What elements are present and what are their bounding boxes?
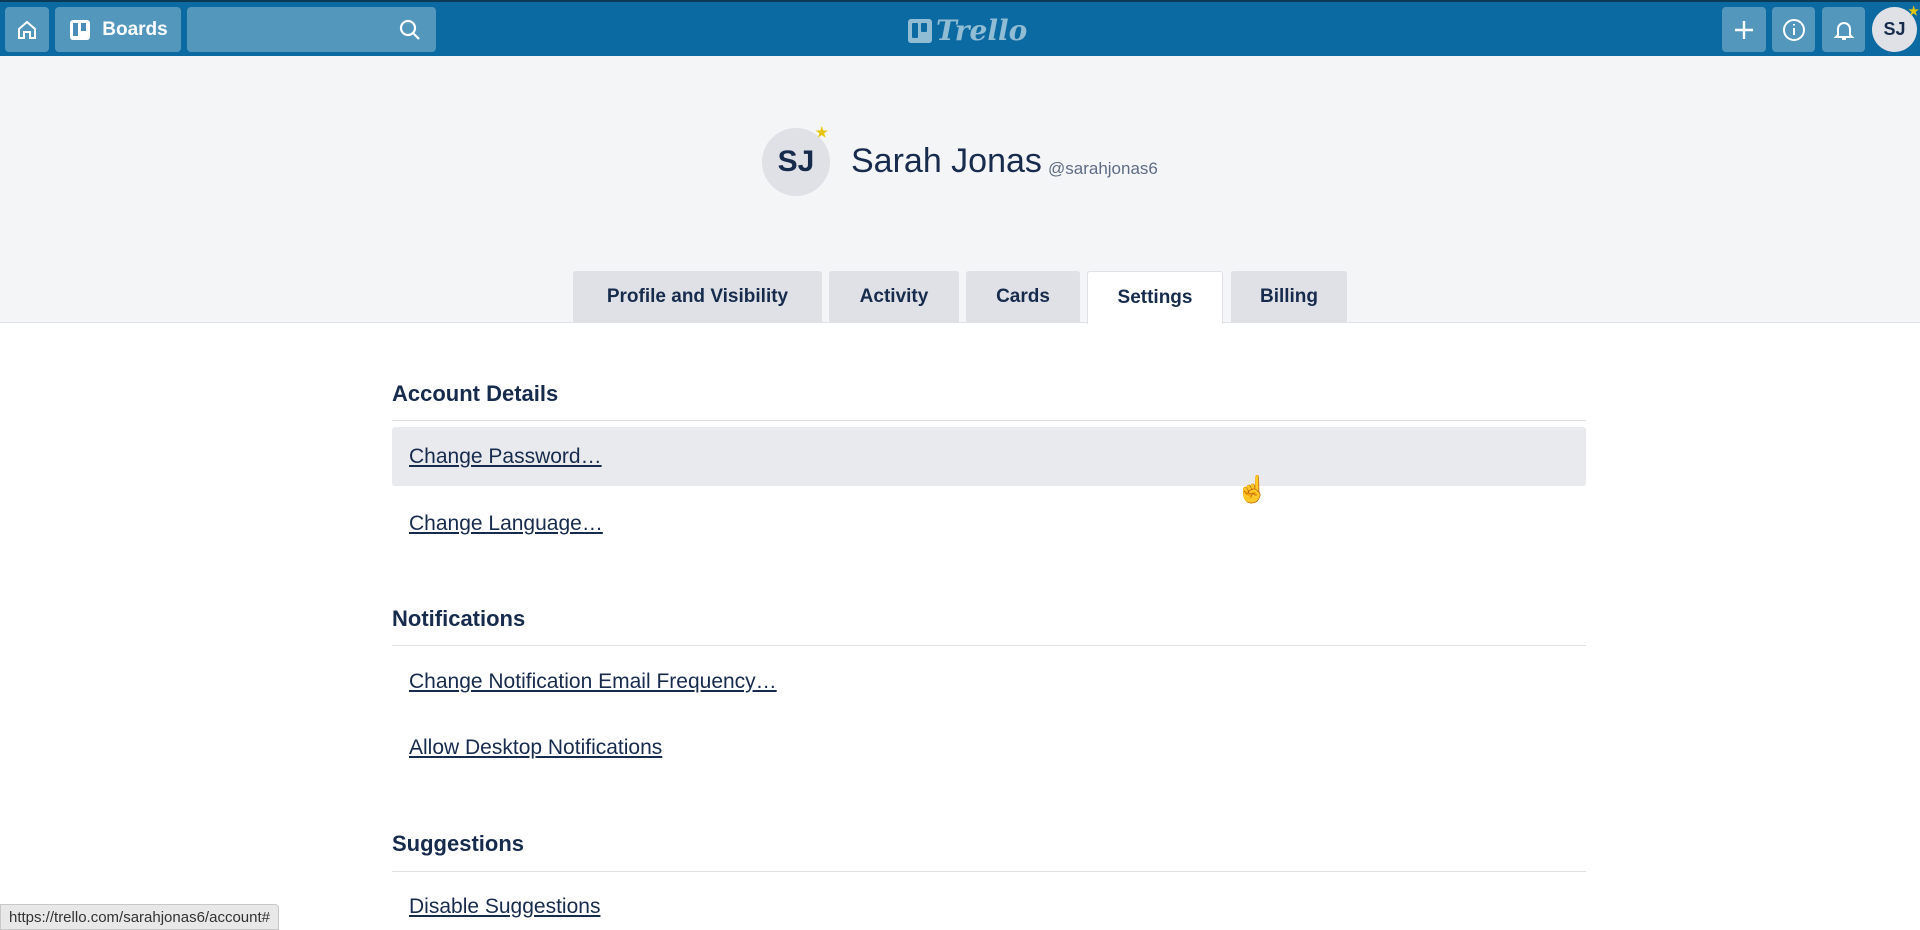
divider bbox=[392, 420, 1586, 421]
section-suggestions: Suggestions bbox=[392, 831, 525, 856]
section-notifications: Notifications bbox=[392, 606, 526, 631]
plus-icon bbox=[1735, 20, 1753, 39]
divider bbox=[392, 871, 1586, 872]
avatar-initials: SJ bbox=[1883, 19, 1906, 39]
hand-cursor-icon: ☝ bbox=[1236, 474, 1269, 504]
profile-initials: SJ bbox=[777, 145, 815, 178]
bell-icon bbox=[1833, 21, 1854, 40]
boards-button[interactable]: Boards bbox=[55, 7, 181, 52]
member-avatar-button[interactable]: SJ ★ bbox=[1872, 4, 1919, 52]
section-account-details: Account Details bbox=[392, 381, 559, 406]
info-icon bbox=[1782, 18, 1805, 41]
divider bbox=[392, 645, 1586, 646]
tab-profile-and-visibility[interactable]: Profile and Visibility bbox=[573, 271, 822, 323]
notifications-button[interactable] bbox=[1822, 7, 1865, 52]
top-nav-bar: Boards Trello SJ ★ bbox=[0, 0, 1920, 56]
boards-label: Boards bbox=[102, 18, 168, 40]
search-input[interactable] bbox=[187, 7, 436, 52]
info-button[interactable] bbox=[1772, 7, 1815, 52]
profile-name: Sarah Jonas bbox=[851, 142, 1042, 180]
create-button[interactable] bbox=[1722, 7, 1766, 52]
tab-billing[interactable]: Billing bbox=[1231, 271, 1347, 323]
allow-desktop-notifications-link[interactable]: Allow Desktop Notifications bbox=[409, 736, 662, 760]
change-language-link[interactable]: Change Language… bbox=[409, 512, 603, 536]
profile-avatar[interactable]: SJ ★ bbox=[762, 124, 830, 196]
search-icon bbox=[399, 19, 420, 40]
star-icon: ★ bbox=[1908, 4, 1919, 18]
profile-handle: @sarahjonas6 bbox=[1048, 159, 1158, 178]
disable-suggestions-link[interactable]: Disable Suggestions bbox=[409, 895, 600, 919]
change-password-link[interactable]: Change Password… bbox=[409, 445, 602, 469]
board-icon bbox=[70, 19, 91, 40]
trello-logo[interactable]: Trello bbox=[908, 14, 1027, 47]
tab-activity[interactable]: Activity bbox=[829, 271, 959, 323]
logo-text: Trello bbox=[936, 14, 1028, 47]
trello-logo-icon bbox=[908, 18, 932, 43]
tab-settings[interactable]: Settings bbox=[1087, 271, 1223, 324]
profile-header bbox=[0, 56, 1920, 323]
home-button[interactable] bbox=[5, 7, 49, 52]
status-bar-url: https://trello.com/sarahjonas6/account# bbox=[0, 904, 279, 930]
change-notification-frequency-link[interactable]: Change Notification Email Frequency… bbox=[409, 670, 777, 694]
home-icon bbox=[18, 20, 36, 39]
star-icon: ★ bbox=[815, 124, 828, 140]
tab-cards[interactable]: Cards bbox=[966, 271, 1080, 323]
